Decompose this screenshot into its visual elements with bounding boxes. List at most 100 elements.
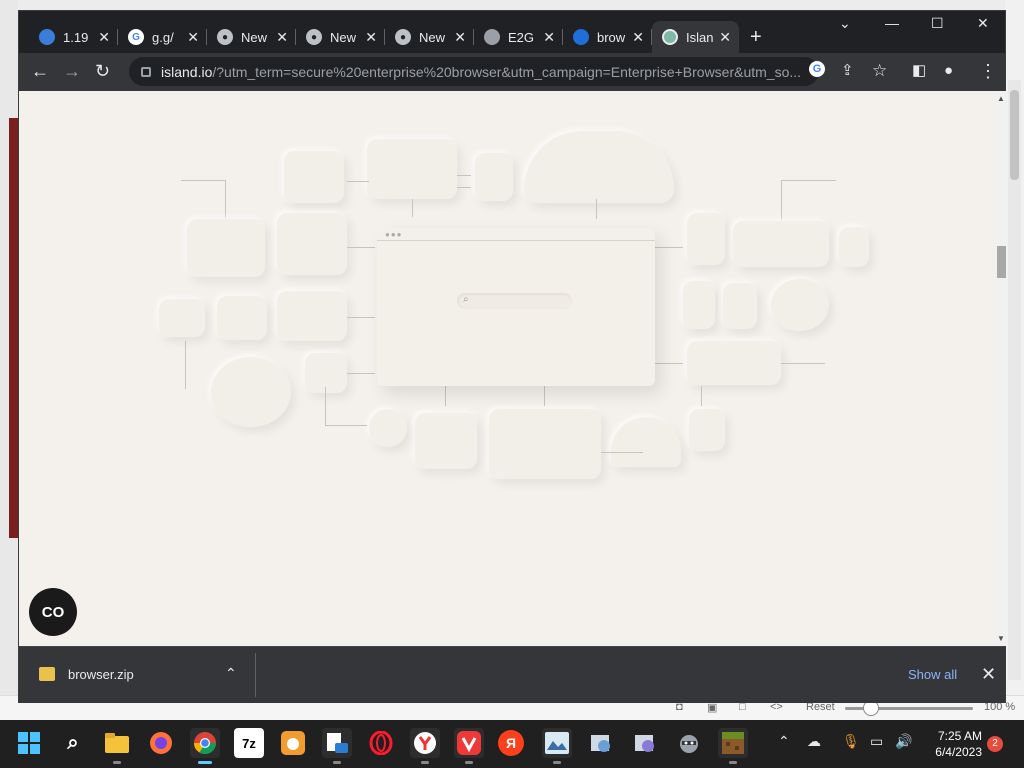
profile-icon[interactable]: ● <box>944 61 953 81</box>
onedrive-cloud-icon[interactable]: ☁ <box>807 733 821 750</box>
maximize-button[interactable]: ☐ <box>931 15 944 32</box>
yandex-browser-icon[interactable]: Я <box>498 730 524 756</box>
show-all-downloads-button[interactable]: Show all <box>908 667 957 682</box>
address-bar[interactable]: island.io/?utm_term=secure%20enterprise%… <box>129 57 819 86</box>
close-icon[interactable]: ✕ <box>543 29 555 46</box>
reload-button[interactable]: ↻ <box>95 61 110 81</box>
tab-8-active[interactable]: Islan ✕ <box>652 21 739 53</box>
background-window-right <box>1005 0 1024 720</box>
new-tab-button[interactable]: + <box>750 26 762 49</box>
close-window-button[interactable]: ✕ <box>977 15 989 32</box>
7zip-icon[interactable]: 7z <box>234 728 264 758</box>
menu-kebab-icon[interactable]: ⋮ <box>979 61 997 81</box>
illustration-tile <box>284 151 344 203</box>
notification-badge[interactable]: 2 <box>987 736 1003 752</box>
volume-icon[interactable]: 🔊 <box>895 733 912 750</box>
file-explorer-icon[interactable] <box>102 728 132 764</box>
connector-line <box>181 180 225 181</box>
chevron-up-icon[interactable]: ⌃ <box>778 733 790 750</box>
window-title-bar <box>377 240 655 241</box>
tab-title: Islan <box>686 29 714 45</box>
tab-2[interactable]: G g.g/ ✕ <box>118 21 207 53</box>
vivaldi-icon[interactable] <box>454 728 484 764</box>
bookmark-star-icon[interactable]: ☆ <box>872 61 887 81</box>
app-installer-icon[interactable] <box>586 728 616 758</box>
illustration-tile <box>217 296 267 340</box>
start-button[interactable] <box>14 728 44 758</box>
background-scrollbar-thumb <box>1010 90 1019 180</box>
minecraft-icon[interactable] <box>718 728 748 764</box>
shelf-divider <box>255 653 256 697</box>
url-text[interactable]: island.io/?utm_term=secure%20enterprise%… <box>161 64 801 80</box>
illustration-tile <box>683 281 715 329</box>
connector-line <box>347 181 369 182</box>
chevron-up-icon[interactable]: ⌃ <box>225 665 237 682</box>
illustration-tile <box>367 139 457 199</box>
system-clock[interactable]: 7:25 AM 6/4/2023 <box>922 728 982 760</box>
close-icon[interactable]: ✕ <box>187 29 199 46</box>
scroll-up-arrow[interactable]: ▲ <box>997 94 1005 103</box>
close-icon[interactable]: ✕ <box>276 29 288 46</box>
illustration-tile <box>277 291 347 341</box>
circle-shape <box>211 357 291 427</box>
tab-search-icon[interactable]: ⌄ <box>839 15 851 32</box>
firefox-icon[interactable] <box>146 728 176 758</box>
chrome-taskbar-icon[interactable] <box>190 728 220 764</box>
scroll-down-arrow[interactable]: ▼ <box>997 634 1005 643</box>
side-panel-icon[interactable]: ◧ <box>912 61 926 81</box>
globe-icon <box>484 29 500 45</box>
chrome-icon: ● <box>395 29 411 45</box>
tab-title: New <box>419 29 446 45</box>
illustration-browser-window: ●●● ⌕ <box>377 228 655 386</box>
close-icon[interactable]: ✕ <box>365 29 377 46</box>
illustration-tile <box>689 409 725 451</box>
lock-icon[interactable] <box>141 66 151 77</box>
microphone-icon[interactable]: 🎙 <box>842 733 860 750</box>
page-scrollbar[interactable]: ▲ ▼ <box>995 91 1007 646</box>
tab-5[interactable]: ● New ✕ <box>385 21 474 53</box>
close-icon[interactable]: ✕ <box>454 29 466 46</box>
illustration-tile <box>159 299 205 337</box>
close-icon[interactable]: ✕ <box>719 29 731 46</box>
browser-toolbar: ← → ↻ island.io/?utm_term=secure%20enter… <box>19 53 1005 91</box>
raccoon-app-icon[interactable] <box>674 728 704 758</box>
tab-6[interactable]: E2G ✕ <box>474 21 563 53</box>
island-icon <box>662 29 678 45</box>
close-download-shelf-button[interactable]: ✕ <box>981 664 996 685</box>
tab-7[interactable]: brow ✕ <box>563 21 652 53</box>
search-icon[interactable]: ⌕ <box>58 728 88 758</box>
photos-icon[interactable] <box>542 728 572 764</box>
connector-line <box>445 386 446 406</box>
tab-3[interactable]: ● New ✕ <box>207 21 296 53</box>
close-icon[interactable]: ✕ <box>632 29 644 46</box>
connector-line <box>347 373 375 374</box>
tab-1[interactable]: 1.19 ✕ <box>29 21 118 53</box>
windows-taskbar: ⌕ 7z Я ⌃ ☁ 🎙 ▭ 🔊 7:25 AM 6/4/2023 2 <box>0 720 1024 768</box>
uc-browser-icon[interactable] <box>278 728 308 758</box>
connector-line <box>185 341 186 389</box>
clock-date: 6/4/2023 <box>935 745 982 759</box>
forward-button[interactable]: → <box>63 61 81 81</box>
network-icon[interactable]: ▭ <box>870 733 883 750</box>
connector-line <box>544 386 545 406</box>
onedrive-app-icon[interactable] <box>322 728 352 764</box>
edge-icon <box>573 29 589 45</box>
back-button[interactable]: ← <box>31 61 49 81</box>
opera-icon[interactable] <box>366 728 396 758</box>
connector-line <box>655 363 683 364</box>
chat-widget-button[interactable]: CO <box>29 588 77 636</box>
window-dots: ●●● <box>385 230 403 239</box>
yandex-icon[interactable] <box>410 728 440 764</box>
minimize-button[interactable]: — <box>885 15 899 31</box>
scrollbar-thumb[interactable] <box>997 246 1006 278</box>
clock-time: 7:25 AM <box>937 729 982 743</box>
close-icon[interactable]: ✕ <box>98 29 110 46</box>
download-file-name[interactable]: browser.zip <box>68 667 134 682</box>
tab-4[interactable]: ● New ✕ <box>296 21 385 53</box>
connector-line <box>655 247 683 248</box>
share-icon[interactable]: ⇪ <box>841 61 854 81</box>
tab-title: brow <box>597 29 626 45</box>
google-lens-icon[interactable]: G <box>809 61 825 77</box>
app-installer-icon[interactable] <box>630 728 660 758</box>
illustration-tile <box>839 227 869 267</box>
